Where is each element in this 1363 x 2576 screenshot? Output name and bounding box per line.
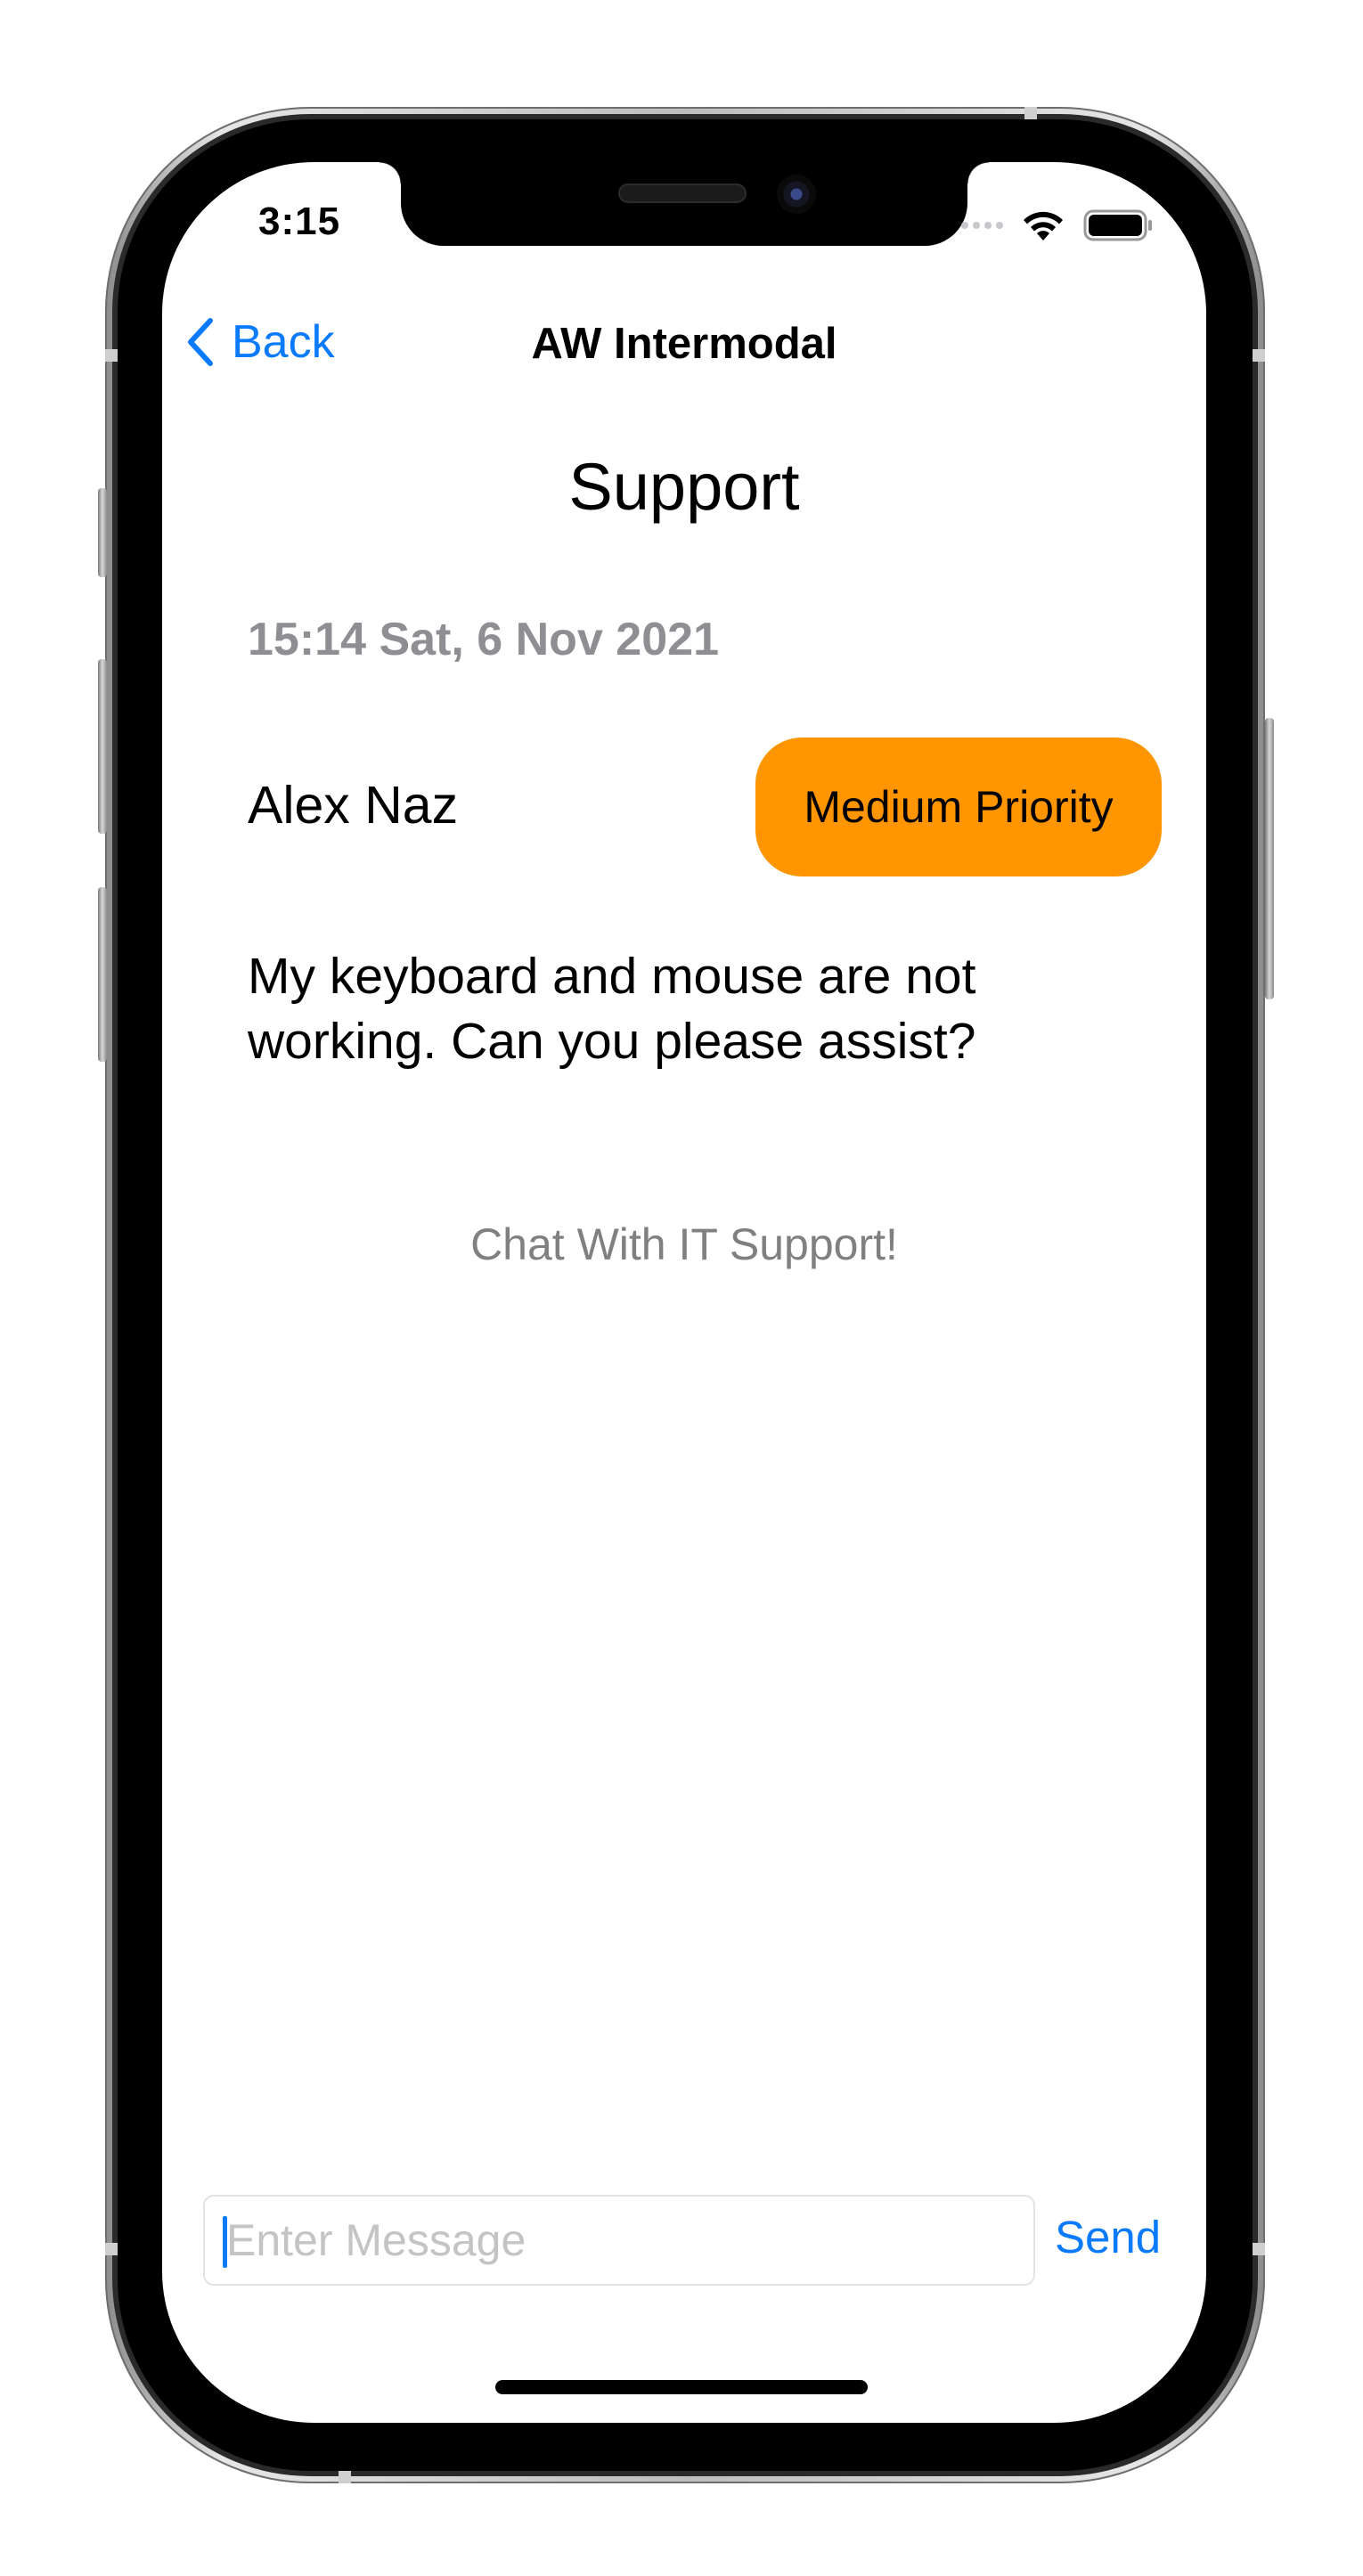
page-title: Support <box>568 450 800 524</box>
message-input-container[interactable] <box>203 2195 1035 2286</box>
ticket-timestamp: 15:14 Sat, 6 Nov 2021 <box>248 614 719 665</box>
volume-up-button <box>98 659 107 834</box>
status-time: 3:15 <box>258 200 341 243</box>
antenna-band <box>1024 107 1037 119</box>
battery-icon <box>1083 209 1152 241</box>
volume-down-button <box>98 887 107 1062</box>
send-button[interactable]: Send <box>1055 2211 1161 2263</box>
chat-empty-hint: Chat With IT Support! <box>470 1219 898 1269</box>
home-indicator[interactable] <box>495 2380 868 2394</box>
antenna-band <box>1253 349 1265 362</box>
earpiece-speaker <box>618 183 747 203</box>
status-icons <box>961 208 1155 242</box>
message-input[interactable] <box>226 2197 1019 2284</box>
antenna-band <box>339 2471 351 2483</box>
ticket-message: My keyboard and mouse are not working. C… <box>248 948 976 1070</box>
nav-title: AW Intermodal <box>531 320 837 368</box>
antenna-band <box>105 349 118 362</box>
antenna-band <box>105 2243 118 2255</box>
ticket-user-name: Alex Naz <box>248 776 459 835</box>
app-screen: 3:15 Back AW Intermodal Support 15:14 Sa… <box>162 162 1206 2423</box>
wifi-icon <box>1024 211 1063 240</box>
antenna-band <box>1253 2243 1265 2255</box>
priority-label: Medium Priority <box>804 782 1114 832</box>
power-button <box>1265 718 1274 999</box>
notch <box>380 162 989 246</box>
silent-switch <box>98 488 107 577</box>
cellular-signal-icon <box>961 222 1003 229</box>
front-camera <box>777 175 816 214</box>
priority-badge: Medium Priority <box>755 738 1162 876</box>
